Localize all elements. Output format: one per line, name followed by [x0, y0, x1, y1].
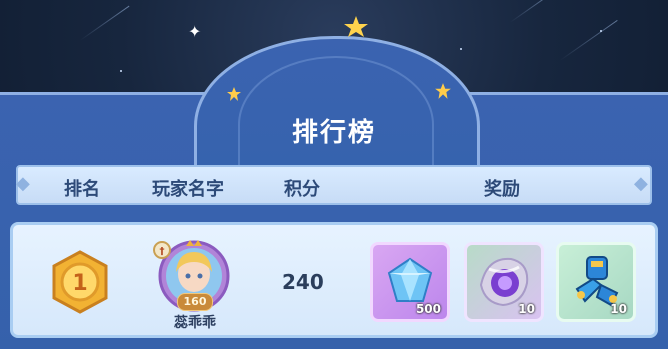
reward-quantity: 10 [518, 302, 535, 316]
reward-item-diamond[interactable]: 500 [370, 242, 450, 322]
star-dot [120, 70, 122, 72]
column-header-score: 积分 [284, 179, 320, 200]
reward-item-orb[interactable]: 10 [464, 242, 544, 322]
player-level-badge: 160 [177, 293, 213, 311]
crescent-moon-icon [309, 14, 376, 80]
column-header-player-name: 玩家名字 [152, 179, 224, 200]
player-score: 240 [282, 270, 324, 294]
meteor-streak [79, 5, 130, 41]
header-ornament-icon: ◆ [634, 173, 648, 194]
star-icon [435, 83, 451, 99]
star-dot [460, 48, 462, 50]
column-header-rank: 排名 [64, 179, 100, 200]
gold-medal-icon: 1 [52, 250, 108, 314]
reward-item-gauntlet[interactable]: 10 [556, 242, 636, 322]
meteor-streak [559, 19, 618, 61]
leaderboard-header: ◆ ◆ 排名 玩家名字 积分 奖励 [16, 165, 652, 205]
meteor-streak [509, 0, 552, 23]
star-icon [227, 87, 241, 101]
sparkle-icon: ✦ [188, 22, 202, 41]
leaderboard-screen: ✦ ✦ 排行榜 ◆ ◆ 排名 玩家名字 积分 奖励 1 [0, 0, 668, 349]
page-title: 排行榜 [291, 118, 376, 148]
reward-quantity: 500 [415, 302, 441, 316]
svg-text:†: † [160, 246, 165, 257]
rank-number: 1 [72, 271, 87, 296]
column-header-rewards: 奖励 [484, 179, 520, 200]
reward-quantity: 10 [610, 302, 627, 316]
header-ornament-icon: ◆ [16, 173, 30, 194]
player-name: 蕊乖乖 [174, 315, 216, 331]
star-dot [600, 30, 602, 32]
